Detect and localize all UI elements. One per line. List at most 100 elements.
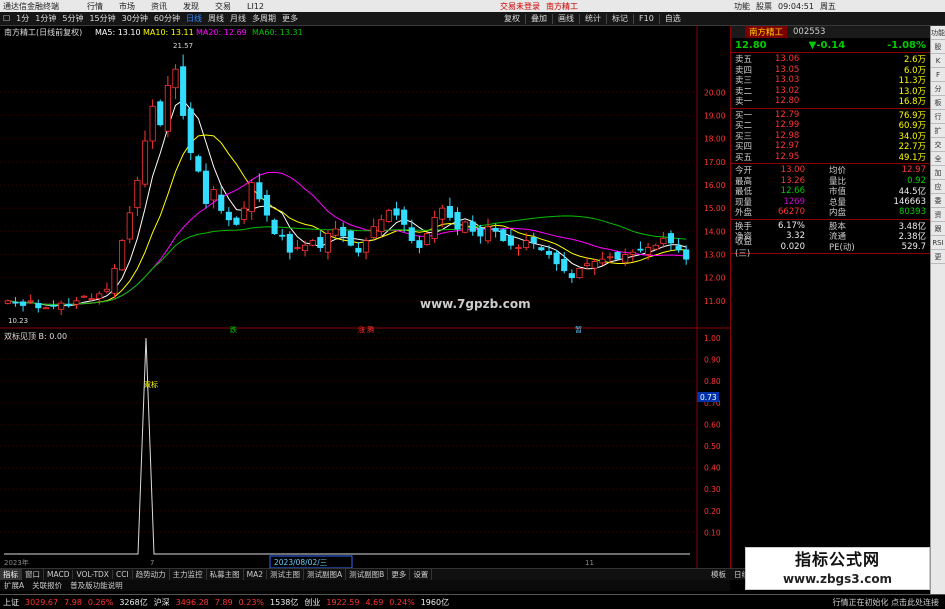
indicator-tab[interactable]: 设置 (410, 569, 433, 580)
sidebar-button[interactable]: 分 (931, 82, 945, 96)
index-quote-item[interactable]: 3029.67 (22, 598, 61, 607)
period-more[interactable]: 更多 (279, 13, 301, 24)
indicator-tab[interactable]: 测试副图B (346, 569, 389, 580)
candle-body (149, 105, 156, 142)
sidebar-button[interactable]: RSI (931, 236, 945, 250)
menu-news[interactable]: 资讯 (148, 1, 170, 12)
candle-body (446, 206, 453, 218)
substat-ext[interactable]: 扩展A (0, 580, 28, 591)
period-monthly[interactable]: 月线 (227, 13, 249, 24)
index-quote-item[interactable]: 1538亿 (267, 597, 301, 608)
indicator-tab[interactable]: 趋势动力 (133, 569, 170, 580)
period-multi[interactable]: 多周期 (249, 13, 279, 24)
stock-name: 南方精工 (745, 26, 788, 38)
indicator-tab[interactable]: 主力监控 (170, 569, 207, 580)
period-30min[interactable]: 30分钟 (119, 13, 151, 24)
candle-body (530, 237, 537, 244)
index-quote-item[interactable]: 沪深 (151, 597, 173, 608)
index-quote-item[interactable]: 7.98 (61, 598, 85, 607)
index-quote-item[interactable]: 0.26% (85, 598, 116, 607)
sidebar-button[interactable]: 应 (931, 180, 945, 194)
sidebar-button[interactable]: 行 (931, 110, 945, 124)
price-tick: 15.00 (704, 204, 726, 213)
toolbar-grid-icon[interactable]: ☐ (0, 14, 13, 23)
sidebar-button[interactable]: 加 (931, 166, 945, 180)
indicator-tab[interactable]: 窗口 (22, 569, 44, 580)
ask-row[interactable]: 卖一 12.80 16.8万 (731, 96, 930, 107)
sidebar-button[interactable]: 股 (931, 40, 945, 54)
sidebar-button[interactable]: 交 (931, 138, 945, 152)
menu-stock[interactable]: 股票 (753, 1, 775, 12)
candle-body (210, 189, 217, 201)
candle-body (667, 233, 675, 244)
period-daily[interactable]: 日线 (183, 13, 205, 24)
tool-adjust[interactable]: 复权 (501, 13, 523, 24)
index-quote-item[interactable]: 1922.59 (323, 598, 362, 607)
period-15min[interactable]: 15分钟 (86, 13, 118, 24)
index-quote-item[interactable]: 创业 (301, 597, 323, 608)
menu-discover[interactable]: 发现 (180, 1, 202, 12)
substat-related[interactable]: 关联报价 (28, 580, 66, 591)
indicator-tab[interactable]: CCI (113, 570, 133, 579)
index-quote-item[interactable]: 上证 (0, 597, 22, 608)
candle-body (545, 250, 553, 255)
sidebar-button[interactable]: 功能 (931, 26, 945, 40)
sidebar-button[interactable]: 扩 (931, 124, 945, 138)
stat-value: 66270 (777, 207, 805, 218)
index-quote-item[interactable]: 3496.28 (173, 598, 212, 607)
menu-function[interactable]: 功能 (731, 1, 753, 12)
indicator-tab[interactable]: MA2 (244, 570, 268, 579)
sidebar-button[interactable]: 更 (931, 250, 945, 264)
indicator-tab[interactable]: 测试主图 (267, 569, 305, 580)
sidebar-button[interactable]: K (931, 54, 945, 68)
period-1min-a[interactable]: 1分 (13, 13, 32, 24)
sidebar-button[interactable]: 全 (931, 152, 945, 166)
chart-canvas[interactable]: 20.00 19.00 18.00 17.00 16.00 15.00 14.00 13.00… (0, 26, 730, 568)
toolbar-divider (579, 13, 581, 24)
tool-overlay[interactable]: 叠加 (528, 13, 550, 24)
indicator-tab[interactable]: VOL-TDX (73, 570, 113, 579)
trade-login-notice[interactable]: 交易未登录 (497, 1, 543, 12)
index-quote-item[interactable]: 0.24% (386, 598, 417, 607)
indicator-tab[interactable]: 私募主图 (207, 569, 244, 580)
menu-quotes[interactable]: 行情 (84, 1, 106, 12)
index-quote-item[interactable]: 3268亿 (116, 597, 150, 608)
period-60min[interactable]: 60分钟 (151, 13, 183, 24)
menu-li12[interactable]: LI12 (244, 2, 267, 11)
sidebar-button[interactable]: 板 (931, 96, 945, 110)
tool-f10[interactable]: F10 (636, 14, 657, 23)
sidebar-button[interactable]: 委 (931, 194, 945, 208)
indicator-tab[interactable]: MACD (44, 570, 74, 579)
menu-market[interactable]: 市场 (116, 1, 138, 12)
period-1min[interactable]: 1分钟 (32, 13, 59, 24)
tool-watchlist[interactable]: 自选 (662, 13, 684, 24)
tool-stats[interactable]: 统计 (582, 13, 604, 24)
indicator-tab[interactable]: 指标 (0, 569, 22, 580)
kline-chart[interactable]: 20.00 19.00 18.00 17.00 16.00 15.00 14.00 13.00… (0, 26, 730, 568)
indicator-tab[interactable]: 测试副图A (304, 569, 347, 580)
bid-row[interactable]: 买五 12.95 49.1万 (731, 152, 930, 163)
index-quote-item[interactable]: 0.23% (236, 598, 267, 607)
period-weekly[interactable]: 周线 (205, 13, 227, 24)
ma60-label: MA60: 13.31 (252, 28, 303, 37)
toolbar-divider (658, 13, 660, 24)
index-quote-item[interactable]: 4.69 (362, 598, 386, 607)
sidebar-button[interactable]: F (931, 68, 945, 82)
signal-marker-1: 跌 (230, 325, 237, 334)
tool-draw[interactable]: 画线 (555, 13, 577, 24)
sidebar-button[interactable]: 跟 (931, 222, 945, 236)
index-quote-item[interactable]: 1960亿 (418, 597, 452, 608)
substat-help[interactable]: 普及版功能说明 (66, 580, 127, 591)
candle-body (477, 227, 484, 237)
tool-mark[interactable]: 标记 (609, 13, 631, 24)
candle-body (568, 273, 575, 279)
menu-trade[interactable]: 交易 (212, 1, 234, 12)
connection-message[interactable]: 行情正在初始化 点击此处连接 (832, 597, 945, 608)
template-button[interactable]: 模板 (707, 569, 730, 580)
period-5min[interactable]: 5分钟 (59, 13, 86, 24)
sidebar-button[interactable]: 资 (931, 208, 945, 222)
candle-body (12, 301, 19, 304)
indicator-tab[interactable]: 更多 (388, 569, 411, 580)
low-price-label: 10.23 (8, 317, 28, 325)
index-quote-item[interactable]: 7.89 (212, 598, 236, 607)
